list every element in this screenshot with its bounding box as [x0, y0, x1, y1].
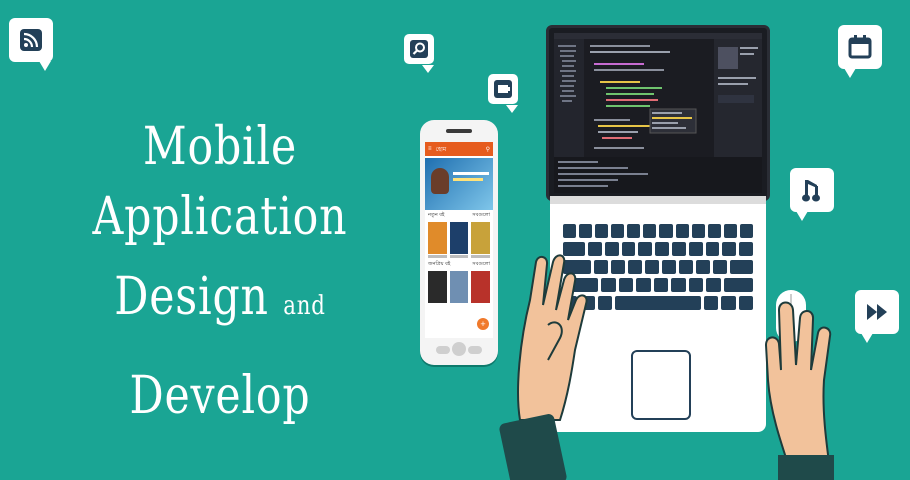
right-sleeve — [778, 455, 834, 480]
right-hand — [764, 301, 832, 471]
left-hand — [517, 254, 588, 421]
hero-illustration: Mobile Application Design and Develop ≡ … — [0, 0, 910, 480]
hands-illustration — [517, 254, 832, 471]
